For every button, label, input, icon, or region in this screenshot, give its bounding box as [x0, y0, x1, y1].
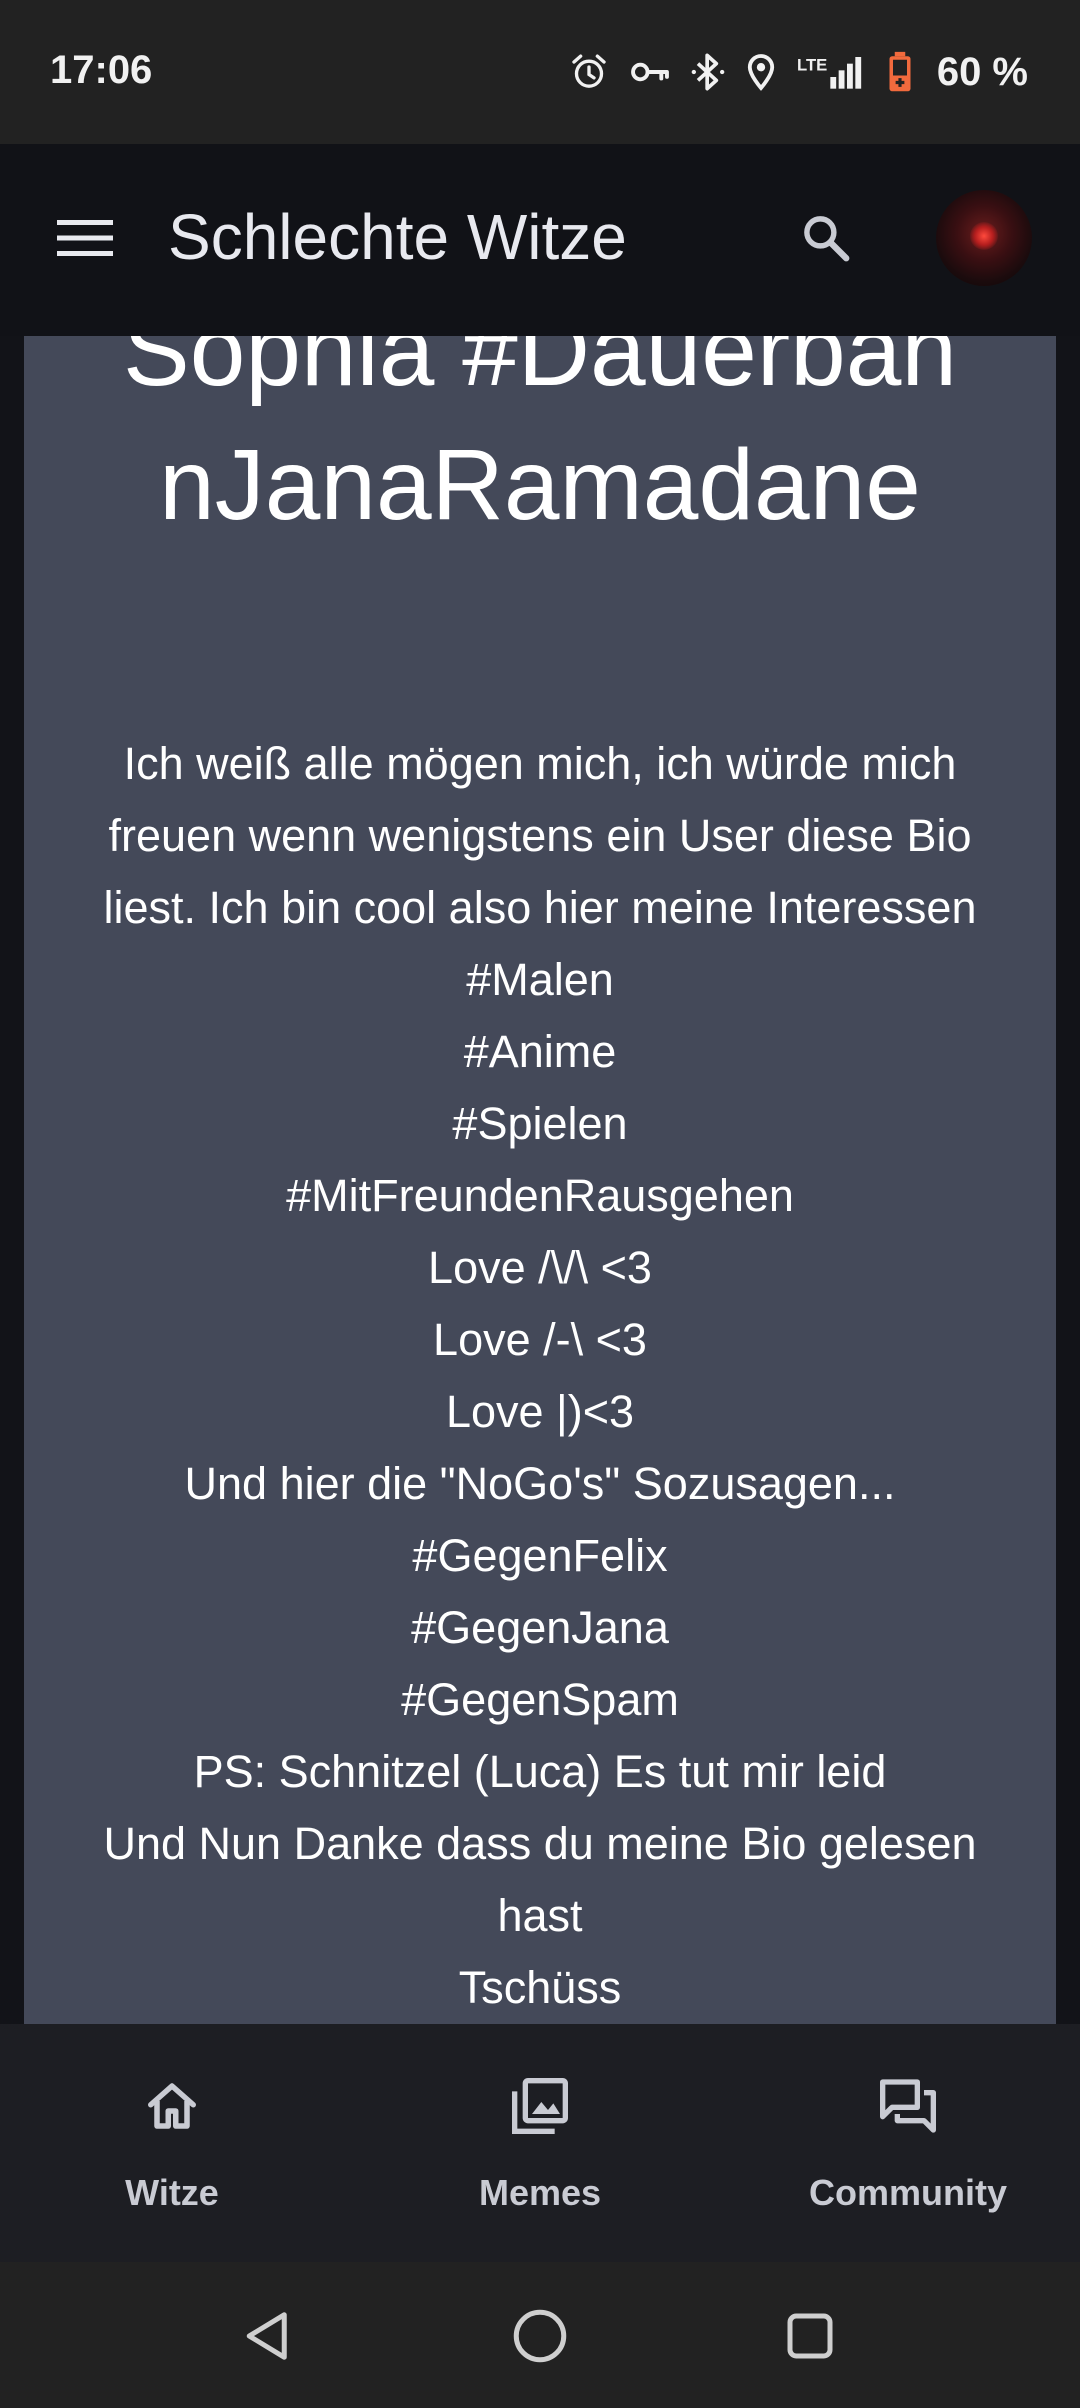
photo-library-icon — [508, 2074, 572, 2143]
home-circle-icon — [510, 2306, 570, 2371]
system-recents-button[interactable] — [770, 2298, 850, 2378]
nav-label: Memes — [478, 2172, 602, 2213]
bio-line: hast — [497, 1890, 583, 1941]
home-icon — [142, 2076, 202, 2141]
back-icon — [238, 2306, 298, 2371]
bio-line: Und hier die "NoGo's" Sozusagen... — [184, 1458, 896, 1509]
app-screen: 17:06 LTE 60 % Schlechte Witze Sophia #D… — [0, 0, 1080, 2408]
system-home-button[interactable] — [500, 2298, 580, 2378]
bio-line: liest. Ich bin cool also hier meine Inte… — [103, 882, 977, 933]
nav-item-memes[interactable]: Memes — [390, 2024, 690, 2262]
bluetooth-icon — [691, 52, 725, 92]
bio-line: Und Nun Danke dass du meine Bio gelesen — [103, 1818, 977, 1869]
bio-line: #GegenSpam — [401, 1674, 679, 1725]
system-back-button[interactable] — [228, 2298, 308, 2378]
status-bar: 17:06 LTE 60 % — [0, 0, 1080, 144]
search-icon — [799, 211, 853, 270]
status-icons: LTE 60 % — [569, 46, 1028, 98]
recents-icon — [780, 2306, 840, 2371]
app-bar: Schlechte Witze — [0, 144, 1080, 336]
menu-button[interactable] — [44, 208, 126, 272]
avatar[interactable] — [936, 190, 1032, 286]
profile-bio: Ich weiß alle mögen mich, ich würde mich… — [24, 728, 1056, 2024]
bio-line: freuen wenn wenigstens ein User diese Bi… — [108, 810, 972, 861]
nav-label: Community — [809, 2172, 1007, 2213]
nav-label: Witze — [125, 2172, 219, 2213]
search-button[interactable] — [790, 204, 862, 276]
bio-line: #Spielen — [452, 1098, 628, 1149]
battery-percentage: 60 % — [936, 49, 1028, 94]
profile-name: Sophia #DauerbannJanaRamadane — [123, 336, 957, 541]
bottom-nav: Witze Memes Community — [0, 2024, 1080, 2262]
profile-card: Sophia #DauerbannJanaRamadane Ich weiß a… — [24, 336, 1056, 2024]
bio-line: Ich weiß alle mögen mich, ich würde mich — [123, 738, 957, 789]
page-title: Schlechte Witze — [168, 201, 627, 273]
bio-line: #GegenFelix — [412, 1530, 668, 1581]
lte-signal-icon: LTE — [797, 52, 867, 92]
battery-saver-icon — [887, 51, 913, 93]
nav-item-witze[interactable]: Witze — [22, 2024, 322, 2262]
network-label: LTE — [797, 55, 827, 74]
bio-line: Tschüss — [458, 1962, 622, 2013]
nav-item-community[interactable]: Community — [758, 2024, 1058, 2262]
forum-icon — [876, 2074, 940, 2143]
bio-line: #MitFreundenRausgehen — [286, 1170, 794, 1221]
bio-line: Love /-\ <3 — [433, 1314, 647, 1365]
bio-line: PS: Schnitzel (Luca) Es tut mir leid — [193, 1746, 887, 1797]
vpn-key-icon — [629, 52, 671, 92]
bio-line: Love /\/\ <3 — [428, 1242, 652, 1293]
menu-icon — [57, 218, 113, 263]
bio-line: #GegenJana — [411, 1602, 669, 1653]
location-icon — [745, 52, 777, 92]
bio-line: #Malen — [466, 954, 614, 1005]
alarm-icon — [569, 52, 609, 92]
bio-line: #Anime — [463, 1026, 617, 1077]
system-nav-bar — [0, 2262, 1080, 2408]
status-time: 17:06 — [50, 48, 153, 92]
bio-line: Love |)<3 — [445, 1386, 635, 1437]
